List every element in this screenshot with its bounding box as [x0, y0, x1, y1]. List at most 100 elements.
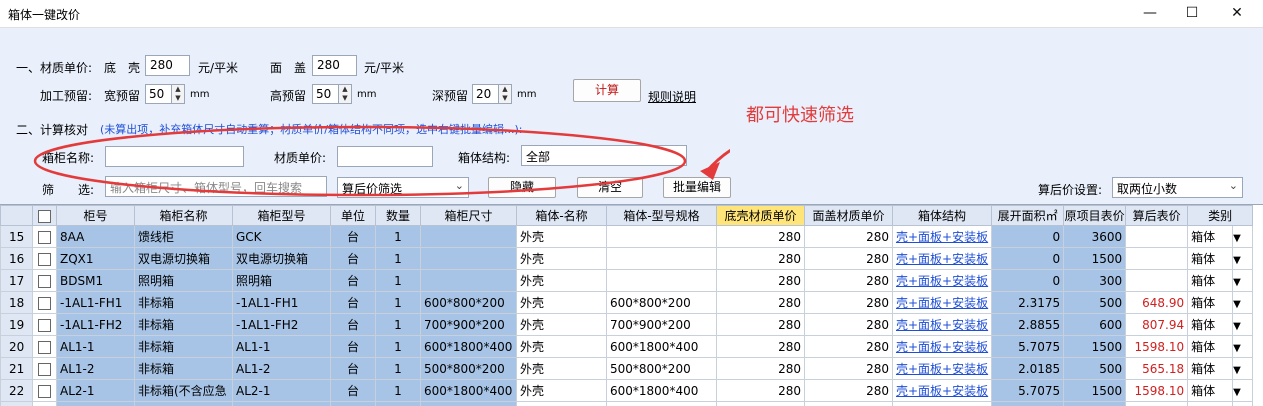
- bottom-shell-price-input[interactable]: 280: [145, 55, 190, 76]
- table-row[interactable]: 21 AL1-2 非标箱 AL1-2 台 1 500*800*200 外壳 500*800*20…: [0, 357, 1254, 380]
- spin-up-icon[interactable]: ▲: [172, 85, 184, 94]
- cell-cover-price[interactable]: 280: [804, 225, 893, 248]
- cell-bottom-price[interactable]: 280: [716, 357, 805, 380]
- column-header[interactable]: 箱体-型号规格: [606, 205, 717, 226]
- column-header[interactable]: 箱体结构: [891, 205, 993, 226]
- select-all-checkbox[interactable]: [32, 205, 57, 226]
- cell-bottom-price[interactable]: 280: [716, 269, 805, 292]
- column-header[interactable]: 单位: [330, 205, 376, 226]
- cell-bottom-price[interactable]: 280: [716, 247, 805, 270]
- minimize-icon[interactable]: —: [1135, 3, 1165, 25]
- cell-structure[interactable]: 壳+面板+安装板: [891, 291, 993, 314]
- category-dropdown[interactable]: ▼: [1232, 247, 1254, 270]
- table-row[interactable]: 20 AL1-1 非标箱 AL1-1 台 1 600*1800*400 外壳 600*1800*…: [0, 335, 1254, 358]
- table-row[interactable]: 19 -1AL1-FH2 非标箱 -1AL1-FH2 台 1 700*900*200 外壳 70…: [0, 313, 1254, 336]
- column-header[interactable]: 展开面积㎡: [991, 205, 1065, 226]
- row-checkbox[interactable]: [32, 401, 57, 406]
- column-header[interactable]: 底壳材质单价: [716, 205, 805, 226]
- checkbox-icon[interactable]: [38, 318, 51, 332]
- checkbox-icon[interactable]: [38, 296, 51, 310]
- cell-bottom-price[interactable]: 280: [716, 313, 805, 336]
- dropdown-arrow-icon[interactable]: ▼: [1234, 387, 1241, 398]
- cell-structure[interactable]: 壳+面板+安装板: [891, 335, 993, 358]
- width-reserve-stepper[interactable]: 50 ▲ ▼: [145, 84, 185, 104]
- close-icon[interactable]: ✕: [1222, 3, 1252, 25]
- dropdown-arrow-icon[interactable]: ▼: [1234, 255, 1241, 266]
- category-dropdown[interactable]: ▼: [1232, 335, 1254, 358]
- maximize-icon[interactable]: ☐: [1177, 3, 1207, 25]
- table-row[interactable]: 15 8AA 馈线柜 GCK 台 1 外壳 280 280 壳+面板+安装板 0 3600 箱体 ▼: [0, 225, 1254, 248]
- cell-bottom-price[interactable]: 280: [716, 335, 805, 358]
- checkbox-icon[interactable]: [38, 340, 51, 354]
- column-header[interactable]: 箱柜型号: [232, 205, 331, 226]
- row-checkbox[interactable]: [32, 335, 57, 358]
- table-row[interactable]: 18 -1AL1-FH1 非标箱 -1AL1-FH1 台 1 600*800*200 外壳 60…: [0, 291, 1254, 314]
- cell-structure[interactable]: 壳+面板+安装板: [891, 247, 993, 270]
- checkbox-icon[interactable]: [38, 252, 51, 266]
- cell-cover-price[interactable]: 280: [804, 291, 893, 314]
- depth-reserve-stepper[interactable]: 20 ▲ ▼: [472, 84, 512, 104]
- row-checkbox[interactable]: [32, 247, 57, 270]
- category-dropdown[interactable]: ▼: [1232, 379, 1254, 402]
- checkbox-icon[interactable]: [38, 230, 51, 244]
- row-checkbox[interactable]: [32, 225, 57, 248]
- category-dropdown[interactable]: ▼: [1232, 225, 1254, 248]
- column-header[interactable]: 类别: [1187, 205, 1254, 226]
- table-row[interactable]: 17 BDSM1 照明箱 照明箱台 1 外壳 280 280 壳+面板+安装板 0 300 箱体 ▼: [0, 269, 1254, 292]
- cell-cover-price[interactable]: 280: [804, 401, 893, 406]
- spin-down-icon[interactable]: ▼: [339, 94, 351, 103]
- dropdown-arrow-icon[interactable]: ▼: [1234, 343, 1241, 354]
- cell-cover-price[interactable]: 280: [804, 269, 893, 292]
- cell-bottom-price[interactable]: 280: [716, 225, 805, 248]
- spin-up-icon[interactable]: ▲: [499, 85, 511, 94]
- table-row[interactable]: 23AL2-2非标箱AL2-2台1600*800*200外壳600*800*20…: [0, 401, 1254, 406]
- checkbox-icon[interactable]: [38, 274, 51, 288]
- cell-structure[interactable]: 壳+面板+安装板: [891, 401, 993, 406]
- table-row[interactable]: 22 AL2-1 非标箱(不含应急 AL2-1 台 1 600*1800*400 外壳 600*…: [0, 379, 1254, 402]
- cell-cover-price[interactable]: 280: [804, 357, 893, 380]
- table-row[interactable]: 16 ZQX1 双电源切换箱 双电源切换箱台 1 外壳 280 280 壳+面板+安装板 0 150…: [0, 247, 1254, 270]
- column-header[interactable]: 原项目表价: [1063, 205, 1127, 226]
- checkbox-icon[interactable]: [38, 362, 51, 376]
- row-checkbox[interactable]: [32, 379, 57, 402]
- dropdown-arrow-icon[interactable]: ▼: [1234, 299, 1241, 310]
- dropdown-arrow-icon[interactable]: ▼: [1234, 233, 1241, 244]
- height-reserve-stepper[interactable]: 50 ▲ ▼: [312, 84, 352, 104]
- cell-structure[interactable]: 壳+面板+安装板: [891, 313, 993, 336]
- cell-cover-price[interactable]: 280: [804, 247, 893, 270]
- spin-up-icon[interactable]: ▲: [339, 85, 351, 94]
- spin-down-icon[interactable]: ▼: [172, 94, 184, 103]
- cell-cover-price[interactable]: 280: [804, 379, 893, 402]
- column-header[interactable]: 柜号: [56, 205, 135, 226]
- dropdown-arrow-icon[interactable]: ▼: [1234, 277, 1241, 288]
- column-header[interactable]: 面盖材质单价: [804, 205, 893, 226]
- calculate-button[interactable]: 计算: [573, 79, 641, 102]
- cell-structure[interactable]: 壳+面板+安装板: [891, 225, 993, 248]
- rules-link[interactable]: 规则说明: [648, 88, 696, 105]
- cover-price-input[interactable]: 280: [312, 55, 357, 76]
- cell-bottom-price[interactable]: 280: [716, 291, 805, 314]
- cell-structure[interactable]: 壳+面板+安装板: [891, 379, 993, 402]
- row-checkbox[interactable]: [32, 269, 57, 292]
- checkbox-icon[interactable]: [38, 209, 51, 223]
- checkbox-icon[interactable]: [38, 384, 51, 398]
- dropdown-arrow-icon[interactable]: ▼: [1234, 365, 1241, 376]
- category-dropdown[interactable]: ▼: [1232, 269, 1254, 292]
- cell-bottom-price[interactable]: 280: [716, 379, 805, 402]
- column-header[interactable]: 数量: [375, 205, 421, 226]
- row-checkbox[interactable]: [32, 357, 57, 380]
- category-dropdown[interactable]: ▼: [1232, 401, 1254, 406]
- cell-structure[interactable]: 壳+面板+安装板: [891, 269, 993, 292]
- cell-structure[interactable]: 壳+面板+安装板: [891, 357, 993, 380]
- cell-cover-price[interactable]: 280: [804, 313, 893, 336]
- category-dropdown[interactable]: ▼: [1232, 357, 1254, 380]
- column-header[interactable]: 箱体-名称: [516, 205, 607, 226]
- category-dropdown[interactable]: ▼: [1232, 313, 1254, 336]
- row-checkbox[interactable]: [32, 313, 57, 336]
- cell-bottom-price[interactable]: 280: [716, 401, 805, 406]
- post-price-setting-select[interactable]: 取两位小数 ⌄: [1112, 177, 1243, 198]
- dropdown-arrow-icon[interactable]: ▼: [1234, 321, 1241, 332]
- column-header[interactable]: 箱柜尺寸: [420, 205, 517, 226]
- column-header[interactable]: 算后表价: [1125, 205, 1189, 226]
- column-header[interactable]: 箱柜名称: [134, 205, 233, 226]
